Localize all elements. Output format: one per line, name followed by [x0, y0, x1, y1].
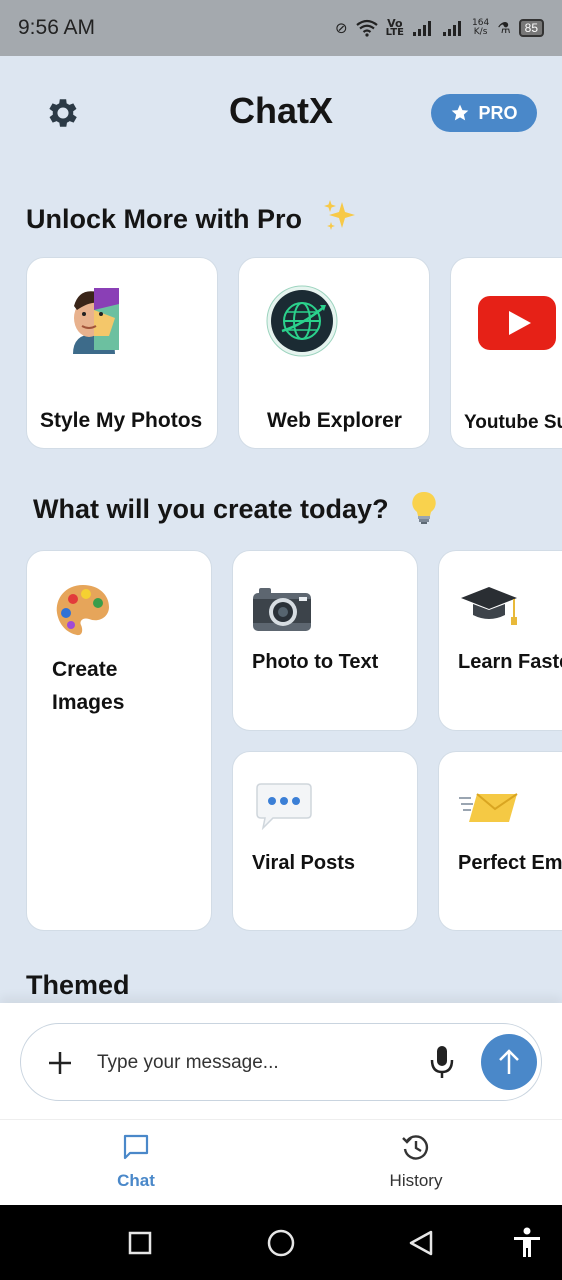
nav-item-history[interactable]: History	[356, 1132, 476, 1191]
envelope-icon	[459, 793, 518, 822]
accessibility-icon[interactable]	[512, 1227, 542, 1259]
globe-icon	[266, 285, 338, 357]
recents-icon[interactable]	[128, 1231, 152, 1255]
create-card-label: Learn Faste	[458, 651, 562, 673]
camera-icon	[253, 588, 311, 631]
label-line-1: Create	[52, 658, 118, 681]
do-not-disturb-icon: ⊘	[335, 19, 348, 37]
plus-icon[interactable]	[47, 1050, 73, 1076]
create-card-label: Viral Posts	[252, 852, 356, 874]
create-card-viral-posts[interactable]: Viral Posts	[232, 751, 418, 931]
create-section-title: What will you create today?	[33, 490, 438, 526]
back-icon[interactable]	[407, 1229, 435, 1257]
lab-flask-icon: ⚗	[497, 19, 511, 37]
create-card-images-label: Create Images	[52, 653, 124, 719]
wifi-icon	[355, 19, 378, 37]
history-icon	[402, 1135, 429, 1160]
arrow-up-icon	[499, 1049, 519, 1074]
battery-indicator: 85	[518, 19, 544, 37]
message-input-box[interactable]: Type your message...	[20, 1023, 542, 1101]
label-line-2: Images	[52, 691, 125, 714]
graduation-cap-icon	[461, 587, 517, 625]
pro-section-title-text: Unlock More with Pro	[26, 204, 303, 234]
youtube-icon	[478, 296, 556, 350]
system-nav-bar	[0, 1205, 562, 1280]
speech-bubble-icon	[256, 783, 312, 830]
network-type: Vo LTE	[385, 18, 404, 38]
signal-icon-2	[443, 21, 461, 36]
network-speed: 164 K/s	[472, 19, 489, 37]
create-card-images[interactable]: Create Images	[26, 550, 212, 931]
create-section-title-text: What will you create today?	[33, 494, 389, 524]
message-composer: Type your message...	[0, 1003, 562, 1119]
chat-icon	[123, 1134, 149, 1160]
status-time: 9:56 AM	[18, 16, 96, 39]
pro-card-web-explorer[interactable]: Web Explorer	[238, 257, 430, 449]
pro-section-title: Unlock More with Pro	[26, 198, 358, 235]
star-icon	[452, 104, 469, 121]
pro-card-youtube[interactable]: Youtube Su	[450, 257, 562, 449]
home-icon[interactable]	[266, 1228, 296, 1258]
sparkles-icon	[323, 200, 355, 230]
lightbulb-icon	[412, 491, 436, 524]
create-card-learn-faster[interactable]: Learn Faste	[438, 550, 562, 731]
create-card-label: Perfect Em	[458, 852, 562, 874]
nav-label-chat: Chat	[117, 1171, 155, 1190]
palette-icon	[56, 585, 109, 636]
microphone-icon[interactable]	[429, 1044, 455, 1080]
create-card-photo-to-text[interactable]: Photo to Text	[232, 550, 418, 731]
pro-card-label: Web Explorer	[267, 409, 402, 432]
pro-label: PRO	[478, 102, 518, 123]
pro-card-label: Style My Photos	[40, 409, 203, 432]
network-label-bottom: LTE	[385, 27, 404, 38]
send-button[interactable]	[481, 1034, 537, 1090]
status-icons: ⊘ Vo LTE 164 K/s ⚗ 85	[335, 18, 544, 38]
create-card-perfect-email[interactable]: Perfect Em	[438, 751, 562, 931]
create-card-label: Photo to Text	[252, 651, 379, 673]
app-header: ChatX PRO	[0, 56, 562, 168]
signal-icon	[413, 21, 431, 36]
status-bar: 9:56 AM ⊘ Vo LTE 164 K/s ⚗ 85	[0, 0, 562, 56]
pro-card-label: Youtube Su	[464, 412, 562, 433]
pro-button[interactable]: PRO	[431, 94, 537, 132]
nav-label-history: History	[389, 1171, 443, 1190]
message-placeholder: Type your message...	[97, 1052, 279, 1073]
bottom-nav: Chat History	[0, 1119, 562, 1205]
speed-unit: K/s	[473, 27, 488, 37]
nav-item-chat[interactable]: Chat	[76, 1132, 196, 1191]
portrait-art-icon	[65, 284, 123, 358]
themed-section-title: Themed	[26, 970, 130, 1000]
pro-card-style-photos[interactable]: Style My Photos	[26, 257, 218, 449]
